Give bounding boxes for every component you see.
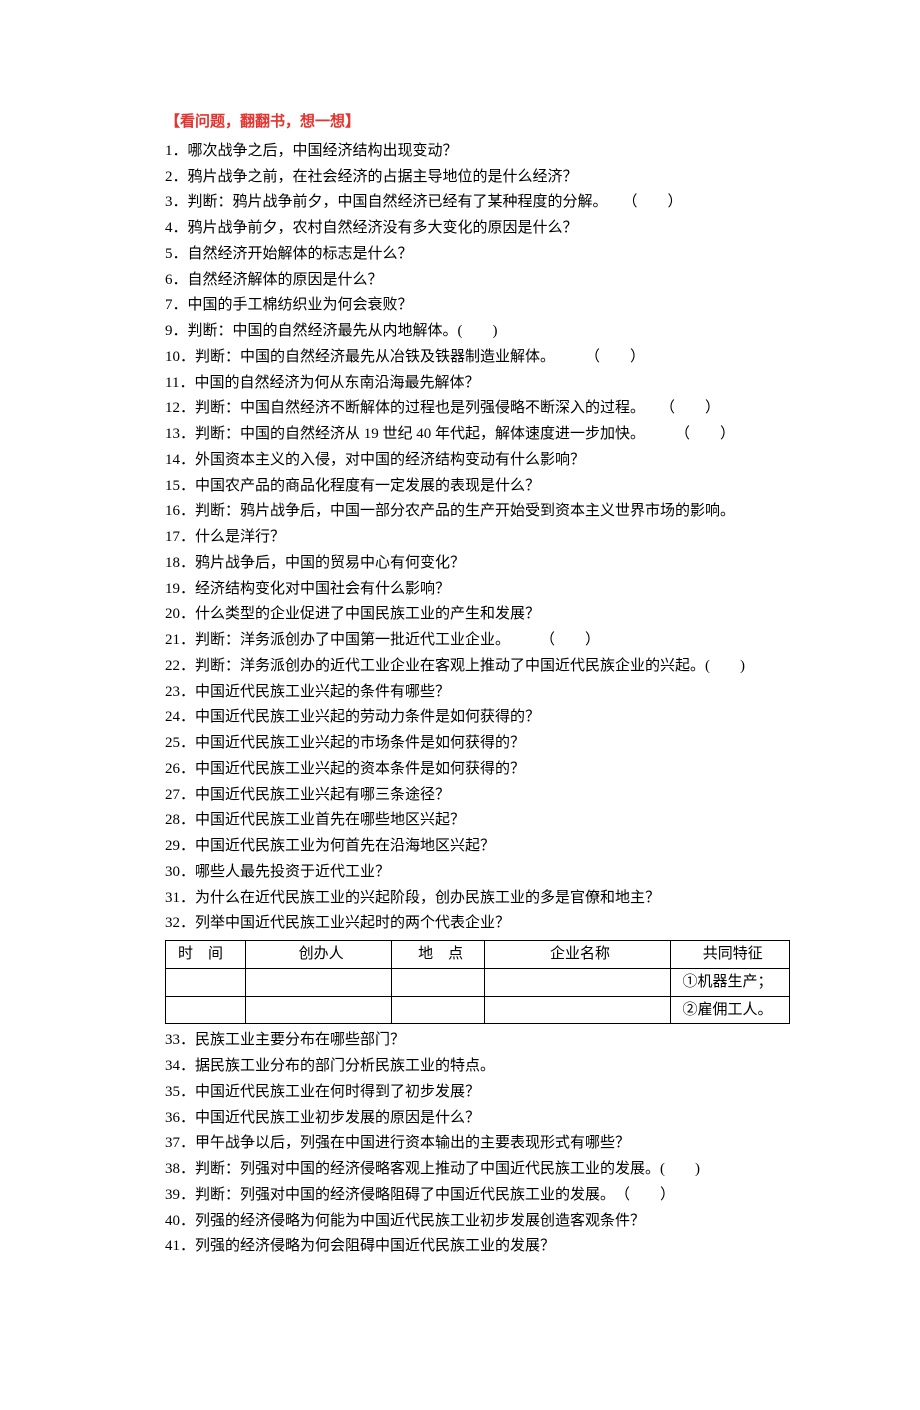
question-list-part2: 33．民族工业主要分布在哪些部门？ 34．据民族工业分布的部门分析民族工业的特点… <box>165 1028 790 1259</box>
header-name: 企业名称 <box>484 941 670 969</box>
header-feature: 共同特征 <box>670 941 790 969</box>
question-item: 5．自然经济开始解体的标志是什么？ <box>165 242 790 267</box>
question-item: 1．哪次战争之后，中国经济结构出现变动？ <box>165 139 790 164</box>
question-item: 33．民族工业主要分布在哪些部门？ <box>165 1028 790 1053</box>
question-item: 7．中国的手工棉纺织业为何会衰败？ <box>165 293 790 318</box>
cell-place <box>391 968 484 996</box>
question-item: 14．外国资本主义的入侵，对中国的经济结构变动有什么影响？ <box>165 448 790 473</box>
question-item: 11．中国的自然经济为何从东南沿海最先解体？ <box>165 371 790 396</box>
header-founder: 创办人 <box>245 941 391 969</box>
question-item: 12．判断：中国自然经济不断解体的过程也是列强侵略不断深入的过程。 （ ） <box>165 396 790 421</box>
question-item: 26．中国近代民族工业兴起的资本条件是如何获得的？ <box>165 757 790 782</box>
cell-feature: ①机器生产； <box>670 968 790 996</box>
question-item: 17．什么是洋行？ <box>165 525 790 550</box>
question-item: 25．中国近代民族工业兴起的市场条件是如何获得的？ <box>165 731 790 756</box>
question-item: 38．判断：列强对中国的经济侵略客观上推动了中国近代民族工业的发展。( ) <box>165 1157 790 1182</box>
question-item: 4．鸦片战争前夕，农村自然经济没有多大变化的原因是什么？ <box>165 216 790 241</box>
question-item: 20．什么类型的企业促进了中国民族工业的产生和发展？ <box>165 602 790 627</box>
question-item: 3．判断：鸦片战争前夕，中国自然经济已经有了某种程度的分解。 （ ） <box>165 190 790 215</box>
question-item: 19．经济结构变化对中国社会有什么影响？ <box>165 577 790 602</box>
question-item: 2．鸦片战争之前，在社会经济的占据主导地位的是什么经济？ <box>165 165 790 190</box>
question-item: 30．哪些人最先投资于近代工业？ <box>165 860 790 885</box>
question-item: 24．中国近代民族工业兴起的劳动力条件是如何获得的？ <box>165 705 790 730</box>
header-time: 时 间 <box>166 941 246 969</box>
question-item: 36．中国近代民族工业初步发展的原因是什么？ <box>165 1106 790 1131</box>
question-item: 41．列强的经济侵略为何会阻碍中国近代民族工业的发展？ <box>165 1234 790 1259</box>
question-item: 6．自然经济解体的原因是什么？ <box>165 268 790 293</box>
table-row: ①机器生产； <box>166 968 790 996</box>
question-item: 35．中国近代民族工业在何时得到了初步发展？ <box>165 1080 790 1105</box>
table-header-row: 时 间 创办人 地 点 企业名称 共同特征 <box>166 941 790 969</box>
table-row: ②雇佣工人。 <box>166 996 790 1024</box>
question-item: 27．中国近代民族工业兴起有哪三条途径？ <box>165 783 790 808</box>
cell-founder <box>245 968 391 996</box>
question-item: 37．甲午战争以后，列强在中国进行资本输出的主要表现形式有哪些？ <box>165 1131 790 1156</box>
question-item: 16．判断：鸦片战争后，中国一部分农产品的生产开始受到资本主义世界市场的影响。 <box>165 499 790 524</box>
question-item: 39．判断：列强对中国的经济侵略阻碍了中国近代民族工业的发展。 （ ） <box>165 1183 790 1208</box>
question-item: 23．中国近代民族工业兴起的条件有哪些？ <box>165 680 790 705</box>
question-item: 32．列举中国近代民族工业兴起时的两个代表企业？ <box>165 911 790 936</box>
enterprise-table: 时 间 创办人 地 点 企业名称 共同特征 ①机器生产； ②雇佣工人。 <box>165 940 790 1024</box>
question-item: 22．判断：洋务派创办的近代工业企业在客观上推动了中国近代民族企业的兴起。( ) <box>165 654 790 679</box>
question-item: 9．判断：中国的自然经济最先从内地解体。( ) <box>165 319 790 344</box>
cell-name <box>484 996 670 1024</box>
question-list-part1: 1．哪次战争之后，中国经济结构出现变动？ 2．鸦片战争之前，在社会经济的占据主导… <box>165 139 790 936</box>
question-item: 29．中国近代民族工业为何首先在沿海地区兴起？ <box>165 834 790 859</box>
question-item: 40．列强的经济侵略为何能为中国近代民族工业初步发展创造客观条件？ <box>165 1209 790 1234</box>
question-item: 15．中国农产品的商品化程度有一定发展的表现是什么？ <box>165 474 790 499</box>
cell-place <box>391 996 484 1024</box>
question-item: 10．判断：中国的自然经济最先从冶铁及铁器制造业解体。 （ ） <box>165 345 790 370</box>
question-item: 18．鸦片战争后，中国的贸易中心有何变化？ <box>165 551 790 576</box>
cell-feature: ②雇佣工人。 <box>670 996 790 1024</box>
cell-time <box>166 996 246 1024</box>
cell-time <box>166 968 246 996</box>
header-place: 地 点 <box>391 941 484 969</box>
cell-name <box>484 968 670 996</box>
question-item: 31．为什么在近代民族工业的兴起阶段，创办民族工业的多是官僚和地主？ <box>165 886 790 911</box>
cell-founder <box>245 996 391 1024</box>
question-item: 21．判断：洋务派创办了中国第一批近代工业企业。 （ ） <box>165 628 790 653</box>
section-title: 【看问题，翻翻书，想一想】 <box>165 110 790 135</box>
question-item: 28．中国近代民族工业首先在哪些地区兴起？ <box>165 808 790 833</box>
question-item: 13．判断：中国的自然经济从 19 世纪 40 年代起，解体速度进一步加快。 （… <box>165 422 790 447</box>
question-item: 34．据民族工业分布的部门分析民族工业的特点。 <box>165 1054 790 1079</box>
